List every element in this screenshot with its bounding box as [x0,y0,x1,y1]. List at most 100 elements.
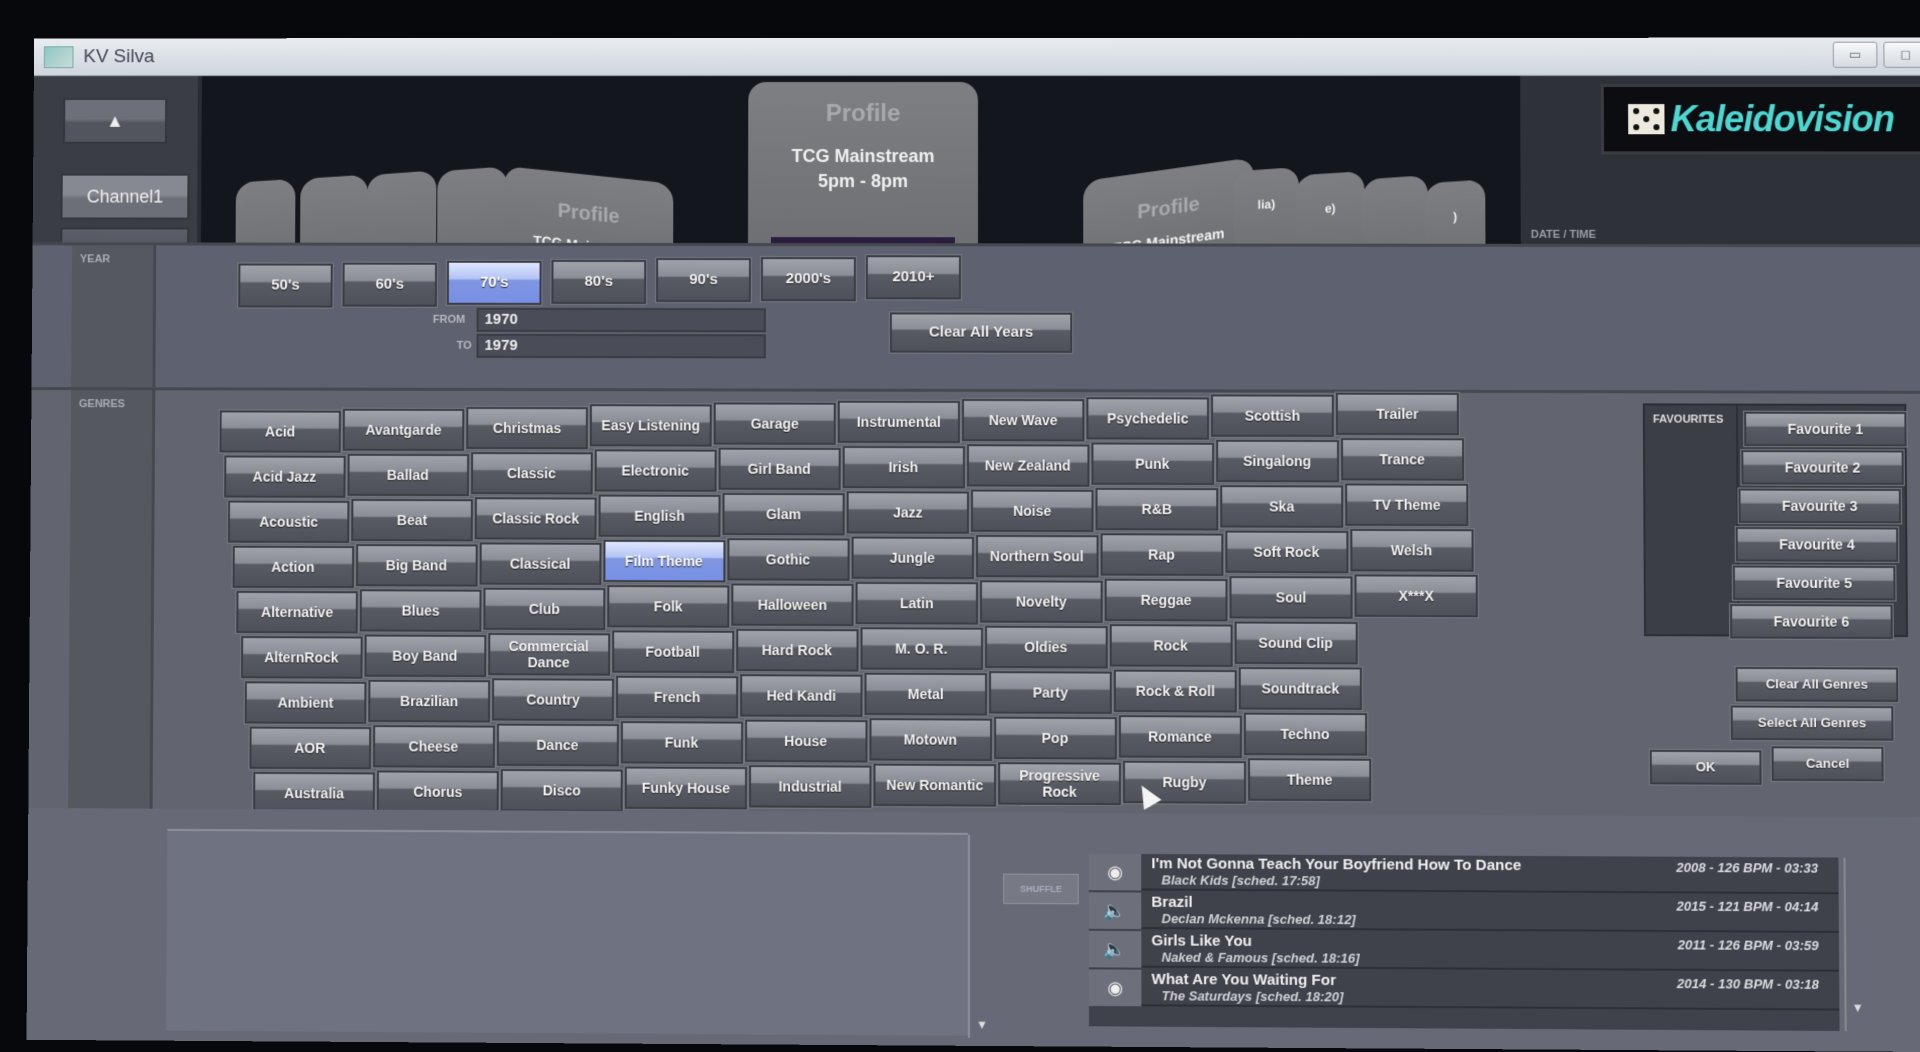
genre-button[interactable]: Boy Band [363,634,486,678]
genre-button[interactable]: Acoustic [227,500,350,544]
genre-button[interactable]: Cheese [372,724,495,768]
decade-button[interactable]: 50's [238,263,333,308]
genre-button[interactable]: X***X [1354,574,1478,618]
genre-button[interactable]: Hed Kandi [740,674,863,718]
genre-button[interactable]: Funky House [624,766,748,810]
genre-button[interactable]: Classical [479,542,601,585]
genre-button[interactable]: Rap [1100,532,1223,576]
genre-button[interactable]: Techno [1243,712,1367,757]
genre-button[interactable]: Blues [359,589,482,632]
decade-button[interactable]: 2000's [760,256,856,301]
genre-button[interactable]: Reggae [1104,578,1228,622]
genre-button[interactable]: Soft Rock [1224,530,1348,574]
genre-button[interactable]: Party [989,670,1112,714]
genre-button[interactable]: Latin [855,581,978,625]
genre-button[interactable]: Oldies [984,625,1108,669]
genre-button[interactable]: Welsh [1349,529,1474,572]
cancel-button[interactable]: Cancel [1771,746,1884,782]
playlist-track[interactable]: 🔈 Brazil Declan Mckenna [sched. 18:12] 2015… [1088,892,1839,933]
genre-button[interactable]: Trailer [1335,392,1460,436]
decade-button[interactable]: 2010+ [865,255,961,300]
playlist-track[interactable]: ◉ I'm Not Gonna Teach Your Boyfriend How … [1088,853,1839,895]
genre-button[interactable]: Motown [868,718,992,762]
genre-button[interactable]: Scottish [1210,394,1334,438]
clear-all-genres-button[interactable]: Clear All Genres [1735,666,1899,703]
genre-button[interactable]: Gothic [726,538,850,582]
genre-button[interactable]: Club [483,587,606,630]
genre-button[interactable]: Electronic [594,449,717,493]
genre-button[interactable]: Ska [1220,485,1344,529]
genre-button[interactable]: Punk [1090,442,1214,485]
genre-button[interactable]: New Wave [961,398,1085,442]
genre-button[interactable]: Rock & Roll [1113,669,1237,713]
clear-all-years-button[interactable]: Clear All Years [889,312,1073,353]
decade-button[interactable]: 70's [446,260,542,305]
genre-button[interactable]: AOR [248,726,371,770]
genre-button[interactable]: Trance [1340,438,1464,481]
genre-button[interactable]: Hard Rock [735,628,859,672]
playlist-track[interactable]: 🔈 Girls Like You Naked & Famous [sched. 18… [1088,930,1840,972]
genre-button[interactable]: Psychedelic [1086,396,1210,440]
genre-button[interactable]: Singalong [1215,440,1339,483]
left-list-scrollbar[interactable]: ▼ [967,834,994,1038]
genre-button[interactable]: Country [491,677,615,721]
genre-button[interactable]: TV Theme [1345,483,1469,527]
shuffle-button[interactable]: SHUFFLE [1003,873,1079,905]
genre-button[interactable]: Folk [607,585,730,629]
genre-button[interactable]: Theme [1248,758,1372,802]
genre-button[interactable]: R&B [1095,487,1219,531]
genre-button[interactable]: Film Theme [602,540,725,583]
genre-button[interactable]: M. O. R. [860,627,983,671]
genre-button[interactable]: Garage [713,402,836,446]
favourite-button[interactable]: Favourite 2 [1741,450,1904,485]
genre-button[interactable]: Girl Band [718,447,841,491]
genre-button[interactable]: Glam [722,493,845,536]
genre-button[interactable]: Sound Clip [1234,621,1358,665]
genre-button[interactable]: Big Band [355,543,478,587]
genre-button[interactable]: Northern Soul [975,534,1099,578]
genre-button[interactable]: Soundtrack [1238,667,1362,711]
genre-button[interactable]: Christmas [466,406,588,449]
to-year-field[interactable]: 1979 [476,333,766,359]
favourite-button[interactable]: Favourite 3 [1738,488,1902,524]
genre-button[interactable]: Pop [993,716,1117,760]
genre-button[interactable]: Jungle [851,536,974,580]
genre-button[interactable]: Avantgarde [342,408,465,451]
select-all-genres-button[interactable]: Select All Genres [1730,705,1894,741]
genre-button[interactable]: Alternative [236,590,358,634]
genre-button[interactable]: Irish [842,445,965,489]
maximize-button[interactable]: ◻ [1883,41,1920,68]
genre-button[interactable]: Acid [219,410,341,453]
favourite-button[interactable]: Favourite 1 [1744,411,1907,447]
genre-button[interactable]: Progressive Rock [998,761,1121,806]
genre-button[interactable]: Instrumental [837,400,960,444]
genre-button[interactable]: Classic [470,451,593,495]
channel-up-button[interactable]: ▲ [63,97,168,144]
genre-button[interactable]: Novelty [980,580,1103,623]
genre-button[interactable]: Ballad [346,453,469,497]
genre-button[interactable]: Rock [1109,623,1233,667]
genre-button[interactable]: French [615,676,739,719]
genre-button[interactable]: Commercial Dance [487,632,610,676]
genre-button[interactable]: AlternRock [240,636,363,679]
decade-button[interactable]: 60's [342,262,438,307]
genre-button[interactable]: Jazz [846,491,969,534]
from-year-field[interactable]: 1970 [476,307,766,333]
genre-button[interactable]: House [744,719,867,763]
genre-button[interactable]: Industrial [748,765,872,809]
genre-button[interactable]: Ambient [244,681,367,725]
genre-button[interactable]: Football [611,630,734,674]
genre-button[interactable]: Funk [620,721,743,765]
genre-button[interactable]: Halloween [731,583,854,627]
decade-button[interactable]: 80's [551,259,647,304]
genre-button[interactable]: Brazilian [368,679,491,723]
genre-button[interactable]: Noise [970,489,1094,532]
genre-button[interactable]: New Romantic [873,763,997,807]
genre-button[interactable]: Chorus [376,770,499,814]
genre-button[interactable]: New Zealand [966,444,1089,487]
ok-button[interactable]: OK [1649,749,1762,785]
genre-button[interactable]: Acid Jazz [223,455,346,498]
minimize-button[interactable]: ▭ [1832,41,1878,68]
genre-button[interactable]: Disco [500,768,623,812]
genre-button[interactable]: Easy Listening [589,404,712,448]
